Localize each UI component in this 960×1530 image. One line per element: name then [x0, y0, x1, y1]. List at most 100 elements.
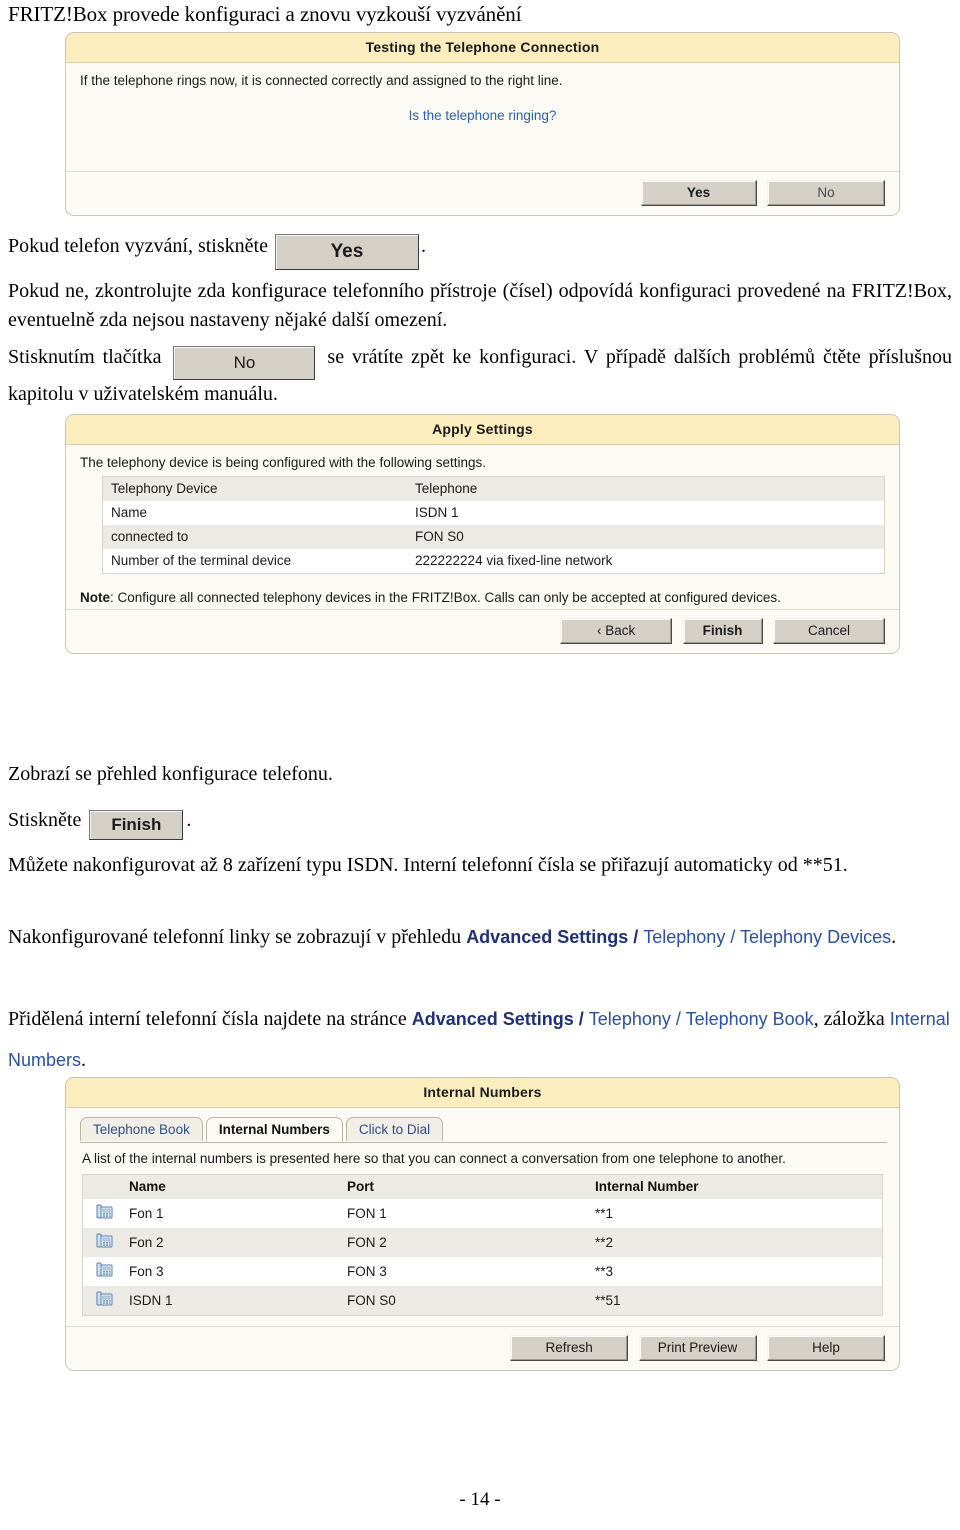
- internal-numbers-table: Name Port Internal Number Fon 1 FON 1 **…: [82, 1174, 883, 1316]
- column-icon: [82, 1174, 125, 1199]
- telephone-icon: [96, 1261, 113, 1281]
- paragraph-press-yes-after: .: [420, 235, 426, 257]
- paragraph-press-finish: Stiskněte Finish.: [8, 806, 408, 840]
- telephone-icon: [96, 1290, 113, 1310]
- dialog-footer: Yes No: [66, 171, 899, 215]
- advanced-settings-label: Advanced Settings: [411, 1009, 574, 1029]
- back-button[interactable]: ‹ Back: [560, 618, 673, 644]
- row-key: connected to: [111, 529, 189, 544]
- dialog-body-text: If the telephone rings now, it is connec…: [80, 73, 563, 88]
- dialog-footer: ‹ Back Finish Cancel: [66, 609, 899, 653]
- no-button[interactable]: No: [767, 180, 885, 206]
- page-title: FRITZ!Box provede konfiguraci a znovu vy…: [8, 2, 522, 26]
- settings-summary-table: Telephony Device Telephone Name ISDN 1 c…: [102, 476, 885, 574]
- table-row: Number of the terminal device 222222224 …: [102, 549, 885, 574]
- refresh-button[interactable]: Refresh: [510, 1335, 629, 1361]
- telephony-devices-label: Telephony Devices: [740, 927, 892, 947]
- internal-numbers-intro: A list of the internal numbers is presen…: [82, 1151, 786, 1166]
- row-value: 222222224 via fixed-line network: [415, 553, 613, 568]
- tab-internal-numbers[interactable]: Internal Numbers: [205, 1117, 343, 1142]
- paragraph-overview: Zobrazí se přehled konfigurace telefonu.: [8, 763, 333, 785]
- telephone-icon: [96, 1232, 113, 1252]
- text-plain: .: [81, 1049, 87, 1071]
- row-name: ISDN 1: [129, 1292, 173, 1308]
- path-separator: /: [725, 927, 741, 947]
- table-row: Telephony Device Telephone: [102, 476, 885, 501]
- row-key: Telephony Device: [111, 481, 218, 496]
- row-port: FON 1: [347, 1205, 387, 1221]
- telephony-label: Telephony: [588, 1009, 671, 1029]
- paragraph-press-no-before: Stisknutím tlačítka: [8, 346, 162, 368]
- print-preview-button[interactable]: Print Preview: [638, 1335, 757, 1361]
- row-number: **3: [595, 1263, 614, 1279]
- inline-yes-button[interactable]: Yes: [274, 234, 419, 270]
- advanced-settings-label: Advanced Settings: [466, 927, 629, 947]
- paragraph-check-configuration: Pokud ne, zkontrolujte zda konfigurace t…: [8, 280, 952, 331]
- row-value: Telephone: [415, 481, 478, 496]
- table-row: connected to FON S0: [102, 525, 885, 549]
- column-port: Port: [343, 1174, 591, 1199]
- row-port: FON 3: [347, 1263, 387, 1279]
- row-number: **1: [595, 1205, 614, 1221]
- table-header-row: Name Port Internal Number: [82, 1174, 883, 1199]
- dialog-title: Apply Settings: [66, 415, 899, 445]
- row-port: FON 2: [347, 1234, 387, 1250]
- row-port: FON S0: [347, 1292, 396, 1308]
- paragraph-press-yes-before: Pokud telefon vyzvání, stiskněte: [8, 235, 268, 257]
- table-row: Name ISDN 1: [102, 501, 885, 525]
- row-name: Fon 2: [129, 1234, 164, 1250]
- row-number: **51: [595, 1292, 621, 1308]
- paragraph-internal-numbers-path: Přidělená interní telefonní čísla najdet…: [8, 999, 952, 1081]
- path-separator: /: [628, 927, 644, 947]
- paragraph-press-no: Stisknutím tlačítka No se vrátíte zpět k…: [8, 343, 952, 409]
- table-row: Fon 2 FON 2 **2: [82, 1228, 883, 1257]
- paragraph-press-finish-before: Stiskněte: [8, 809, 82, 831]
- telephony-label: Telephony: [643, 927, 726, 947]
- row-icon-cell: [83, 1257, 126, 1286]
- tab-strip: Telephone Book Internal Numbers Click to D…: [80, 1116, 887, 1143]
- dialog-title: Testing the Telephone Connection: [66, 33, 899, 63]
- tab-click-to-dial[interactable]: Click to Dial: [345, 1117, 444, 1141]
- text-plain: Nakonfigurované telefonní linky se zobra…: [8, 926, 467, 948]
- finish-button[interactable]: Finish: [682, 618, 763, 644]
- paragraph-isdn-devices: Můžete nakonfigurovat až 8 zařízení typu…: [8, 854, 848, 876]
- row-name: Fon 3: [129, 1263, 164, 1279]
- cancel-button[interactable]: Cancel: [773, 618, 885, 644]
- help-button[interactable]: Help: [767, 1335, 885, 1361]
- row-icon-cell: [83, 1228, 126, 1257]
- tab-telephone-book[interactable]: Telephone Book: [80, 1117, 203, 1141]
- dialog-testing-telephone-connection: Testing the Telephone Connection If the …: [65, 32, 900, 216]
- tab-panel-internal-numbers: A list of the internal numbers is presen…: [78, 1143, 887, 1318]
- path-separator: /: [670, 1009, 686, 1029]
- inline-no-button[interactable]: No: [173, 346, 316, 380]
- row-value: FON S0: [415, 529, 464, 544]
- paragraph-press-yes: Pokud telefon vyzvání, stiskněte Yes.: [8, 232, 528, 270]
- paragraph-press-finish-after: .: [186, 809, 192, 831]
- apply-settings-intro: The telephony device is being configured…: [80, 455, 486, 470]
- row-key: Number of the terminal device: [111, 553, 292, 568]
- note-label: Note: [80, 590, 110, 605]
- row-key: Name: [111, 505, 148, 520]
- table-row: Fon 3 FON 3 **3: [82, 1257, 883, 1286]
- row-icon-cell: [83, 1286, 126, 1316]
- row-icon-cell: [83, 1199, 126, 1228]
- dialog-footer: Refresh Print Preview Help: [66, 1326, 899, 1370]
- is-telephone-ringing-link[interactable]: Is the telephone ringing?: [80, 108, 885, 123]
- note-text: : Configure all connected telephony devi…: [110, 590, 781, 605]
- table-row: ISDN 1 FON S0 **51: [82, 1286, 883, 1316]
- inline-finish-button[interactable]: Finish: [89, 810, 184, 840]
- text-plain: .: [891, 926, 897, 948]
- table-row: Fon 1 FON 1 **1: [82, 1199, 883, 1228]
- row-value: ISDN 1: [415, 505, 459, 520]
- yes-button[interactable]: Yes: [640, 180, 757, 206]
- telephone-icon: [96, 1203, 113, 1223]
- page-number: - 14 -: [459, 1489, 501, 1510]
- column-number: Internal Number: [591, 1174, 883, 1199]
- text-plain: , záložka: [813, 1008, 890, 1030]
- row-number: **2: [595, 1234, 614, 1250]
- telephony-book-label: Telephony Book: [685, 1009, 814, 1029]
- paragraph-telephony-devices-path: Nakonfigurované telefonní linky se zobra…: [8, 917, 952, 958]
- text-plain: Přidělená interní telefonní čísla najdet…: [8, 1008, 412, 1030]
- path-separator: /: [573, 1009, 589, 1029]
- dialog-title: Internal Numbers: [66, 1078, 899, 1108]
